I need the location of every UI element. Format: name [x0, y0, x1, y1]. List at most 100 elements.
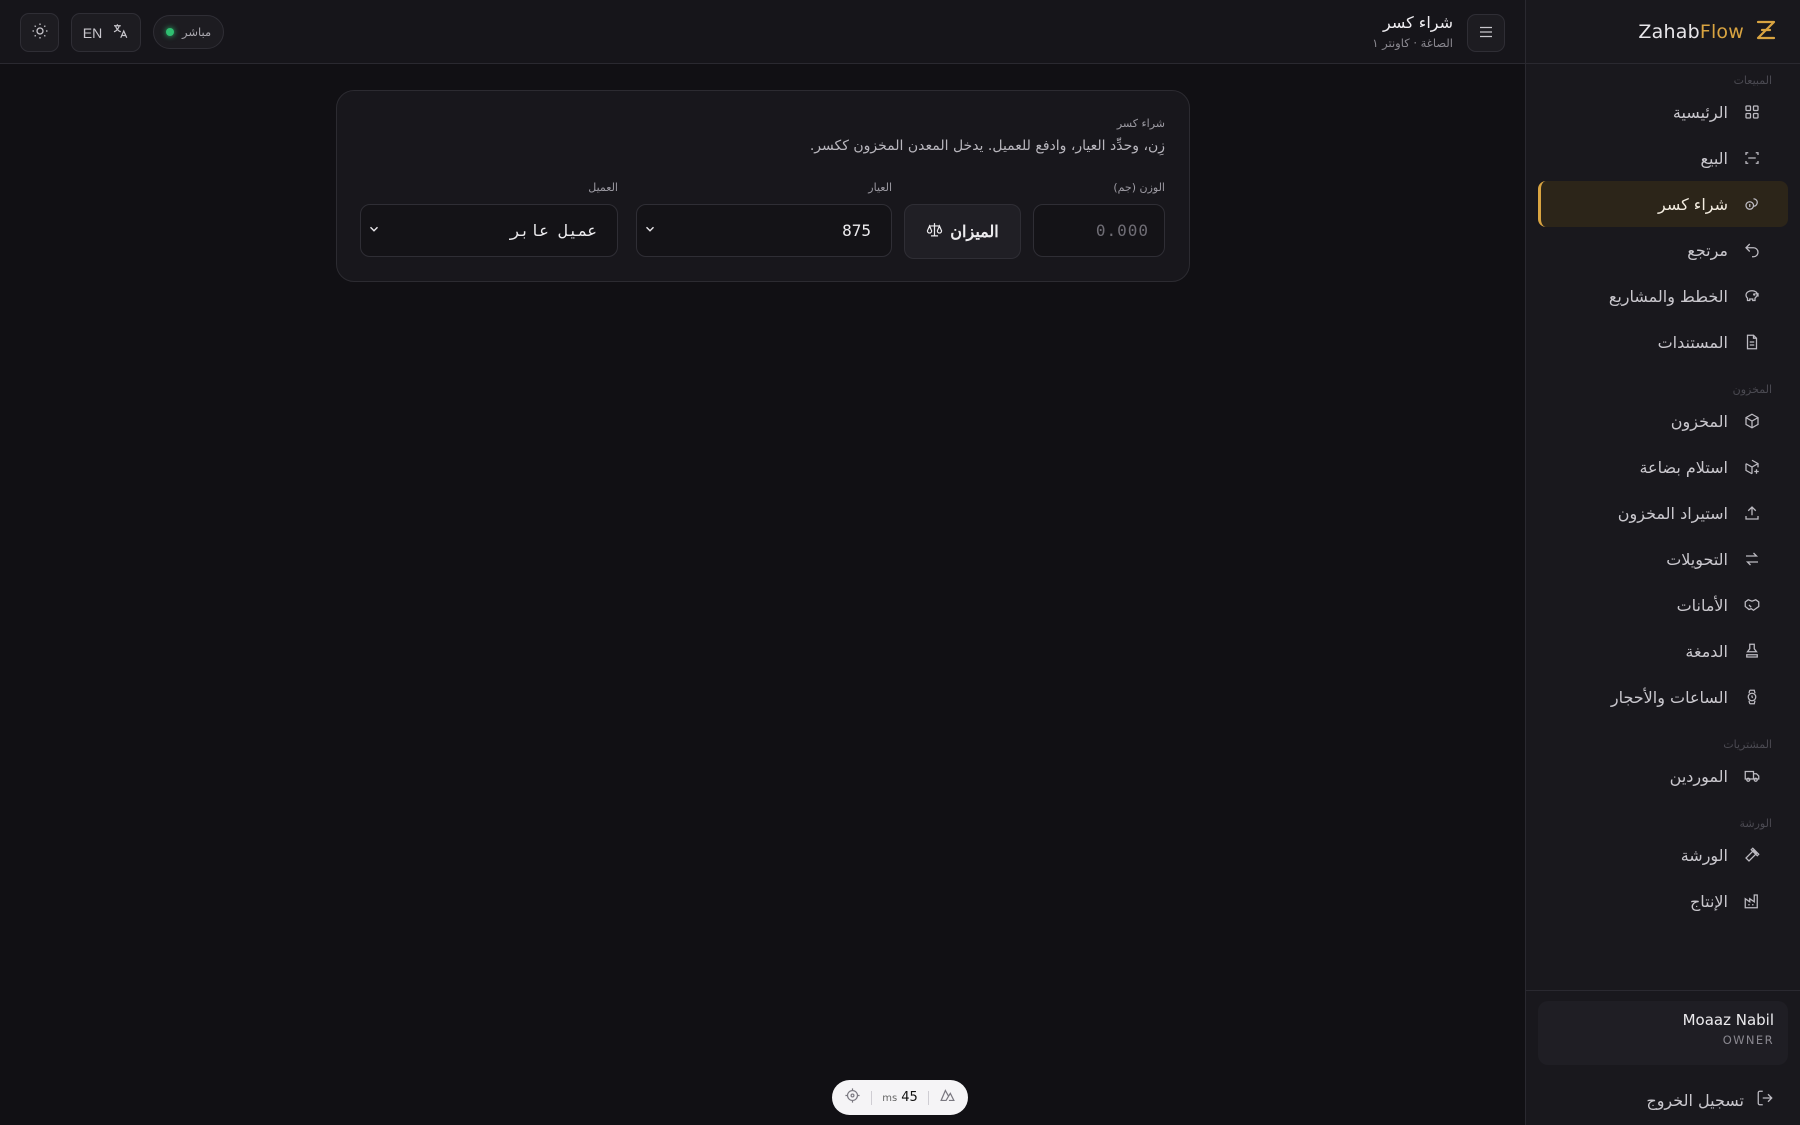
sidebar-item-label: الورشة: [1680, 845, 1728, 865]
sidebar-item[interactable]: الموردين: [1538, 753, 1788, 799]
sidebar-item[interactable]: الساعات والأحجار: [1538, 674, 1788, 720]
sidebar-section-label: المخزون: [1732, 383, 1772, 396]
sidebar-item-label: الأمانات: [1676, 595, 1728, 615]
sidebar-item-label: المستندات: [1657, 332, 1728, 352]
sidebar-item[interactable]: استيراد المخزون: [1538, 490, 1788, 536]
perf-readout: ms 45: [882, 1090, 918, 1105]
dashboard-icon: [1742, 102, 1762, 122]
sidebar-item[interactable]: الدمغة: [1538, 628, 1788, 674]
card-eyebrow: شراء كسر: [1116, 117, 1165, 130]
sidebar-item[interactable]: الورشة: [1538, 832, 1788, 878]
karat-label: العيار: [868, 181, 892, 194]
handshake-icon: [1742, 595, 1762, 615]
app-root: EN مباشر شراء كسر الصاغة · كاونتر ١ شراء…: [0, 0, 1800, 1125]
scale-button[interactable]: الميزان: [904, 204, 1021, 259]
sidebar-item[interactable]: المستندات: [1538, 319, 1788, 365]
brand-name-main: Zahab: [1638, 20, 1700, 43]
box-icon: [1742, 411, 1762, 431]
sidebar-item-label: الإنتاج: [1689, 891, 1728, 911]
scale-icon: [926, 221, 943, 243]
karat-select[interactable]: 875: [636, 204, 892, 257]
client-value: عميل عابر: [510, 221, 597, 240]
undo-icon: [1742, 240, 1762, 260]
brand-name: ZahabFlow: [1638, 21, 1744, 43]
upload-icon: [1742, 503, 1762, 523]
sidebar-item[interactable]: الرئيسية: [1538, 89, 1788, 135]
sidebar-item-label: الساعات والأحجار: [1610, 687, 1728, 707]
sidebar-item[interactable]: الإنتاج: [1538, 878, 1788, 924]
sidebar-item-label: البيع: [1700, 148, 1729, 168]
sidebar-item-label: شراء كسر: [1657, 194, 1728, 214]
sidebar-item-label: الخطط والمشاريع: [1608, 286, 1728, 306]
perf-unit: ms: [882, 1093, 898, 1104]
sidebar: ZahabFlow المبيعات الرئيسية البيع شراء كسر م…: [1525, 0, 1800, 1125]
buy-scrap-card: شراء كسر زِن، وحدِّد العيار، وادفع للعمي…: [336, 90, 1190, 282]
sidebar-nav: المبيعات الرئيسية البيع شراء كسر مرتجع الخطط …: [1526, 64, 1800, 990]
sidebar-item-label: الرئيسية: [1672, 102, 1728, 122]
brand: ZahabFlow: [1526, 0, 1800, 64]
card-description: زِن، وحدِّد العيار، وادفع للعميل. يدخل ا…: [809, 138, 1165, 154]
logout-label: تسجيل الخروج: [1646, 1090, 1744, 1110]
perf-value: 45: [901, 1090, 918, 1105]
chevron-down-icon: [367, 221, 381, 240]
user-card[interactable]: Moaaz Nabil OWNER: [1538, 1001, 1788, 1065]
sidebar-item-label: الدمغة: [1685, 641, 1728, 661]
hammer-icon: [1742, 845, 1762, 865]
weight-label: الوزن (جم): [1113, 181, 1165, 194]
brand-logo-icon: [1754, 18, 1778, 46]
factory-icon: [1742, 891, 1762, 911]
perf-divider: [927, 1090, 929, 1105]
page-title: شراء كسر: [1382, 13, 1453, 32]
performance-pill[interactable]: ms 45: [832, 1080, 968, 1115]
menu-icon: [1477, 23, 1495, 44]
document-icon: [1742, 332, 1762, 352]
sun-icon: [31, 22, 49, 43]
user-role: OWNER: [1722, 1033, 1774, 1047]
logout-button[interactable]: تسجيل الخروج: [1646, 1089, 1774, 1111]
box-plus-icon: [1742, 457, 1762, 477]
sidebar-item[interactable]: شراء كسر: [1538, 181, 1788, 227]
live-indicator-dot: [166, 28, 174, 36]
sidebar-item-label: الموردين: [1669, 766, 1728, 786]
sidebar-item-label: المخزون: [1670, 411, 1728, 431]
stamp-icon: [1742, 641, 1762, 661]
client-label: العميل: [588, 181, 618, 194]
sidebar-item[interactable]: الأمانات: [1538, 582, 1788, 628]
weight-input[interactable]: 0.000: [1033, 204, 1165, 257]
sidebar-item-label: مرتجع: [1687, 240, 1728, 260]
sidebar-item-label: التحويلات: [1666, 549, 1728, 569]
nuxt-logo-icon: [939, 1087, 956, 1108]
crosshair-icon: [844, 1087, 861, 1108]
menu-toggle-button[interactable]: [1467, 14, 1505, 52]
sidebar-item-label: استلام بضاعة: [1639, 457, 1728, 477]
sidebar-item[interactable]: استلام بضاعة: [1538, 444, 1788, 490]
brand-name-accent: Flow: [1699, 20, 1744, 43]
page-subtitle: الصاغة · كاونتر ١: [1372, 36, 1453, 50]
sidebar-item[interactable]: البيع: [1538, 135, 1788, 181]
language-label: EN: [82, 24, 103, 41]
user-name: Moaaz Nabil: [1682, 1011, 1774, 1029]
coins-icon: [1742, 194, 1762, 214]
piggy-bank-icon: [1742, 286, 1762, 306]
sidebar-footer: Moaaz Nabil OWNER تسجيل الخروج: [1526, 990, 1800, 1125]
sidebar-item[interactable]: الخطط والمشاريع: [1538, 273, 1788, 319]
sidebar-section-label: المبيعات: [1733, 74, 1772, 87]
sidebar-section-label: المشتريات: [1723, 738, 1772, 751]
sidebar-item[interactable]: مرتجع: [1538, 227, 1788, 273]
live-status-badge: مباشر: [153, 15, 225, 49]
status-label: مباشر: [182, 25, 212, 39]
chevron-down-icon: [643, 221, 657, 240]
sidebar-section-label: الورشة: [1739, 817, 1772, 830]
transfer-icon: [1742, 549, 1762, 569]
scale-label: الميزان: [950, 223, 999, 241]
sidebar-item[interactable]: التحويلات: [1538, 536, 1788, 582]
language-button[interactable]: EN: [71, 13, 141, 52]
logout-icon: [1756, 1089, 1774, 1111]
theme-toggle-button[interactable]: [20, 13, 59, 52]
page-header: شراء كسر الصاغة · كاونتر ١: [1372, 13, 1453, 50]
translate-icon: [111, 22, 129, 43]
client-select[interactable]: عميل عابر: [360, 204, 618, 257]
sidebar-item[interactable]: المخزون: [1538, 398, 1788, 444]
top-bar: EN مباشر شراء كسر الصاغة · كاونتر ١: [0, 0, 1525, 64]
sidebar-item-label: استيراد المخزون: [1617, 503, 1728, 523]
